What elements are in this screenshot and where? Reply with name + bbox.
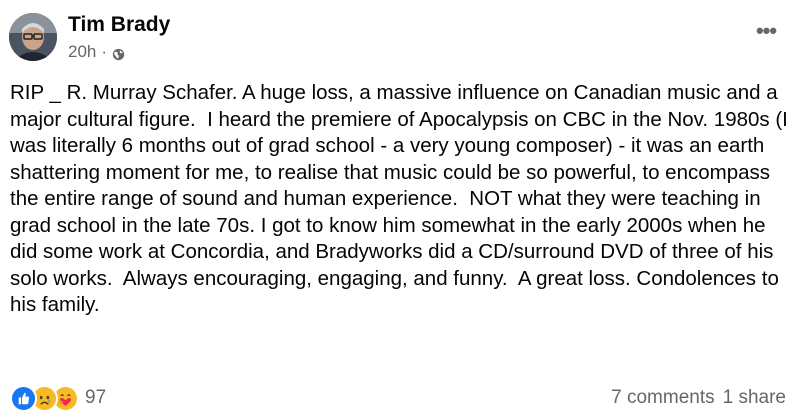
engagement-summary: 7 comments 1 share bbox=[611, 385, 786, 411]
reaction-count: 97 bbox=[85, 387, 107, 408]
post-footer: 97 7 comments 1 share bbox=[0, 384, 800, 412]
more-options-icon[interactable]: ••• bbox=[750, 20, 782, 42]
reactions-summary[interactable]: 97 bbox=[10, 384, 107, 412]
post-timestamp[interactable]: 20h bbox=[68, 42, 96, 62]
meta-separator: · bbox=[101, 42, 108, 61]
globe-icon[interactable] bbox=[112, 46, 125, 60]
comments-link[interactable]: 7 comments bbox=[611, 387, 714, 409]
avatar-photo bbox=[9, 13, 57, 61]
like-icon bbox=[10, 384, 37, 412]
post-meta: 20h · bbox=[68, 41, 125, 63]
shares-link[interactable]: 1 share bbox=[723, 387, 786, 409]
author-avatar[interactable] bbox=[9, 13, 57, 61]
author-name[interactable]: Tim Brady bbox=[68, 12, 170, 38]
post-text: RIP _ R. Murray Schafer. A huge loss, a … bbox=[10, 81, 794, 316]
facebook-post: Tim Brady 20h · ••• RIP _ R. Murray Scha… bbox=[0, 0, 800, 419]
